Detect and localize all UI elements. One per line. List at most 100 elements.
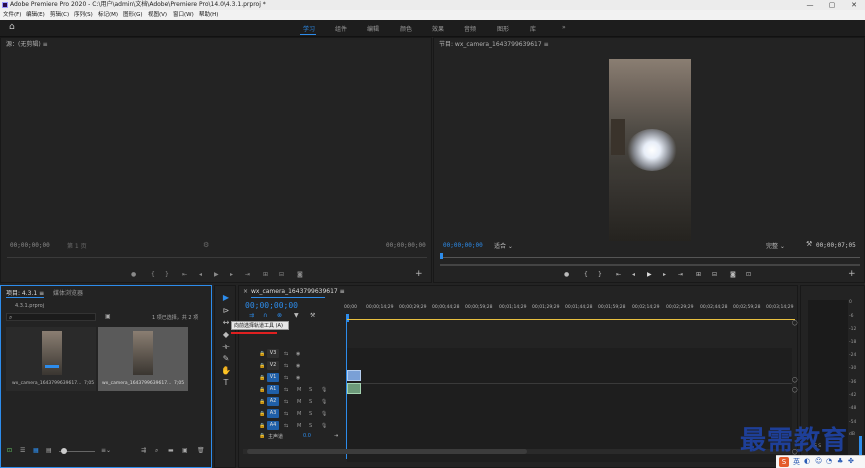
type-tool-icon[interactable]: T (221, 378, 231, 388)
menu-sequence[interactable]: 序列(S) (74, 10, 93, 20)
timeline-timecode[interactable]: 00;00;00;00 (245, 301, 298, 310)
a2-mic-icon[interactable]: 🎙 (321, 399, 327, 405)
program-marker-icon[interactable]: ● (564, 271, 569, 278)
v1-video-clip[interactable] (347, 370, 361, 381)
source-insert-icon[interactable]: ⊞ (263, 271, 268, 278)
source-settings-icon[interactable]: ⚙ (203, 241, 209, 249)
a4-mic-icon[interactable]: 🎙 (321, 423, 327, 429)
program-video-frame[interactable] (609, 59, 691, 241)
tray-icon-3[interactable]: ◔ (826, 457, 832, 465)
close-button[interactable]: ✕ (843, 0, 865, 10)
new-bin-icon[interactable]: ▣ (105, 313, 111, 320)
source-goto-out-icon[interactable]: ⇥ (245, 271, 250, 278)
media-browser-tab[interactable]: 媒体浏览器 (53, 288, 83, 297)
source-overwrite-icon[interactable]: ⊟ (279, 271, 284, 278)
program-fit-select[interactable]: 适合 ⌄ (494, 241, 513, 250)
v1-sync-icon[interactable]: ⇆ (284, 375, 288, 381)
source-step-back-icon[interactable]: ◂ (199, 271, 202, 278)
pen-tool-icon[interactable]: ✎ (221, 354, 231, 364)
ripple-edit-tool-icon[interactable]: ↔ (221, 318, 231, 328)
vertical-scroll-mid-handle[interactable]: ◯ (792, 377, 798, 383)
program-timecode-right[interactable]: 00;00;07;05 (816, 242, 856, 249)
master-track-label[interactable]: 主声道 (268, 433, 283, 440)
menu-marker[interactable]: 标记(M) (98, 10, 118, 20)
new-item-icon[interactable]: ▣ (182, 447, 188, 454)
workspace-color[interactable]: 颜色 (400, 24, 412, 33)
track-a3[interactable]: A3 (267, 409, 279, 418)
snap-icon[interactable]: ∩ (263, 312, 267, 319)
workspace-effects[interactable]: 效果 (432, 24, 444, 33)
a1-solo-button[interactable]: S (309, 387, 312, 393)
project-item-1[interactable]: wx_camera_1643799639617... 7;05 (6, 327, 96, 391)
a2-solo-button[interactable]: S (309, 399, 312, 405)
source-step-forward-icon[interactable]: ▸ (230, 271, 233, 278)
a1-mic-icon[interactable]: 🎙 (321, 387, 327, 393)
track-select-tool-icon[interactable]: ⊳ (221, 306, 231, 316)
v3-sync-icon[interactable]: ⇆ (284, 351, 288, 357)
list-view-icon[interactable]: ☰ (20, 447, 25, 454)
track-a4[interactable]: A4 (267, 421, 279, 430)
menu-help[interactable]: 帮助(H) (199, 10, 218, 20)
insert-sequence-icon[interactable]: ⇉ (249, 312, 254, 319)
program-out-icon[interactable]: } (598, 271, 602, 278)
add-marker-icon[interactable]: ▼ (294, 312, 299, 319)
a2-lock-icon[interactable]: 🔒 (259, 399, 265, 405)
lock-icon[interactable]: ⊡ (7, 447, 12, 454)
program-play-icon[interactable]: ▶ (647, 271, 652, 278)
go-to-end-icon[interactable]: ⇥ (334, 433, 338, 439)
a1-audio-clip[interactable] (347, 383, 361, 394)
v3-lock-icon[interactable]: 🔒 (259, 351, 265, 357)
source-timecode-right[interactable]: 00;00;00;00 (386, 242, 426, 249)
language-indicator[interactable]: 英 (793, 457, 800, 467)
program-playhead[interactable] (440, 253, 443, 259)
tray-icon-5[interactable]: ✤ (848, 457, 854, 465)
program-monitor-tab[interactable]: 节目: wx_camera_1643799639617 ≡ (434, 38, 864, 51)
track-v2[interactable]: V2 (267, 361, 279, 370)
program-add-button-icon[interactable]: + (848, 269, 856, 279)
v3-eye-icon[interactable]: ◉ (296, 351, 300, 357)
a1-lock-icon[interactable]: 🔒 (259, 387, 265, 393)
a1-sync-icon[interactable]: ⇆ (284, 387, 288, 393)
v1-lock-icon[interactable]: 🔒 (259, 375, 265, 381)
program-zoom-bar[interactable] (440, 264, 860, 266)
a4-sync-icon[interactable]: ⇆ (284, 423, 288, 429)
menu-edit[interactable]: 编辑(E) (26, 10, 45, 20)
tray-icon-4[interactable]: ♣ (837, 457, 843, 465)
vertical-scroll-top-handle[interactable]: ◯ (792, 320, 798, 326)
program-step-back-icon[interactable]: ◂ (632, 271, 635, 278)
master-volume-value[interactable]: 0.0 (303, 433, 311, 439)
minimize-button[interactable]: — (799, 0, 821, 10)
program-lift-icon[interactable]: ⊞ (696, 271, 701, 278)
source-monitor-tab[interactable]: 源：(无剪辑) ≡ (1, 38, 431, 51)
program-goto-in-icon[interactable]: ⇤ (616, 271, 621, 278)
slip-tool-icon[interactable]: ⟛ (221, 342, 231, 352)
vertical-scroll-bottom-handle[interactable]: ◯ (792, 387, 798, 393)
icon-view-icon[interactable]: ▦ (33, 447, 39, 454)
workspace-graphics[interactable]: 图形 (497, 24, 509, 33)
workspace-audio[interactable]: 音频 (464, 24, 476, 33)
workspace-editing[interactable]: 编辑 (367, 24, 379, 33)
sort-icon[interactable]: ≡⌄ (101, 447, 111, 454)
a3-solo-button[interactable]: S (309, 411, 312, 417)
timeline-close-icon[interactable]: × (243, 288, 248, 295)
workspace-more-button[interactable]: » (562, 24, 566, 31)
source-marker-icon[interactable]: ● (131, 271, 136, 278)
track-a1[interactable]: A1 (267, 385, 279, 394)
a3-lock-icon[interactable]: 🔒 (259, 411, 265, 417)
program-step-forward-icon[interactable]: ▸ (663, 271, 666, 278)
source-page-select[interactable]: 第 1 页 (67, 241, 87, 250)
program-compare-icon[interactable]: ⊡ (746, 271, 751, 278)
workspace-libraries[interactable]: 库 (530, 24, 536, 33)
program-goto-out-icon[interactable]: ⇥ (678, 271, 683, 278)
trash-icon[interactable]: 🗑 (197, 447, 205, 454)
selection-tool-icon[interactable]: ▶ (221, 293, 231, 303)
program-timecode-left[interactable]: 00;00;00;00 (443, 242, 483, 249)
work-area-bar[interactable] (346, 319, 795, 320)
new-bin-bottom-icon[interactable]: ▬ (168, 447, 174, 454)
source-play-icon[interactable]: ▶ (214, 271, 219, 278)
track-v3[interactable]: V3 (267, 349, 279, 358)
source-scrubber[interactable] (7, 257, 427, 258)
menu-file[interactable]: 文件(F) (3, 10, 21, 20)
master-lock-icon[interactable]: 🔒 (259, 433, 265, 439)
razor-tool-icon[interactable]: ◆ (221, 330, 231, 340)
